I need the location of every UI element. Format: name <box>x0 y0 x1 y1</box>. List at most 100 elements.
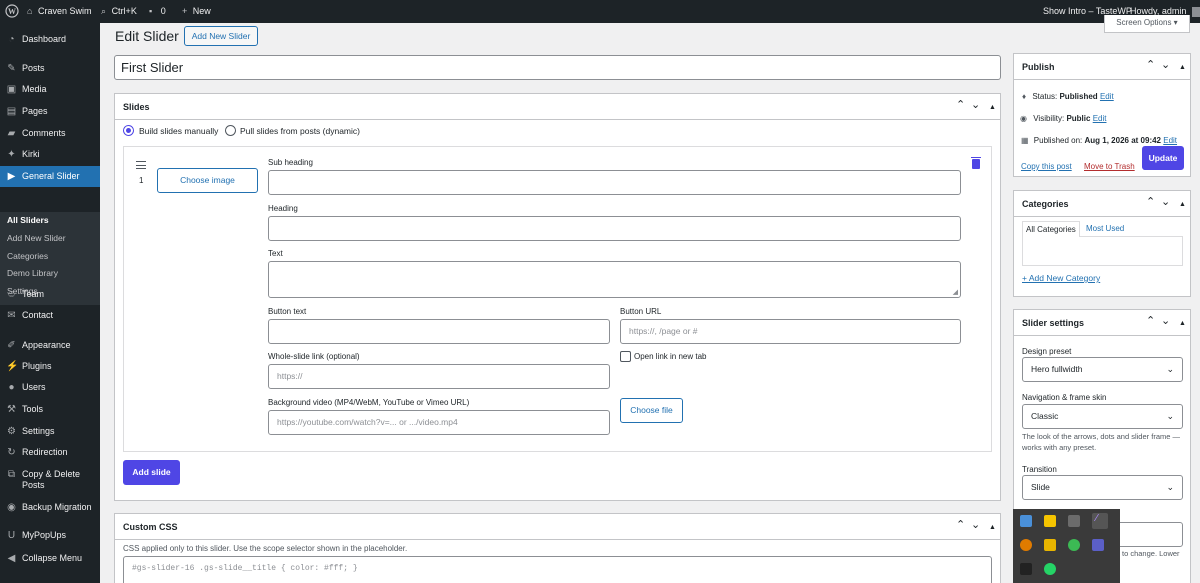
text-textarea[interactable]: ◢ <box>268 261 961 298</box>
obscured-input[interactable] <box>1114 522 1183 547</box>
update-button[interactable]: Update <box>1142 146 1184 170</box>
collapse-toggle-icon[interactable]: ▲ <box>989 522 996 533</box>
submenu-add-new-slider[interactable]: Add New Slider <box>7 230 66 247</box>
tray-app-icon[interactable] <box>1020 515 1032 527</box>
sidebar-item-posts[interactable]: ✎ Posts <box>0 58 100 79</box>
tray-whatsapp-icon[interactable] <box>1044 563 1056 575</box>
tray-chrome-icon[interactable] <box>1068 539 1080 551</box>
obscured-help-text: to change. Lower <box>1122 549 1180 558</box>
tray-app-icon[interactable] <box>1044 515 1056 527</box>
move-up-icon[interactable]: ⌃ <box>956 100 965 111</box>
submenu-all-sliders[interactable]: All Sliders <box>7 212 49 229</box>
collapse-toggle-icon[interactable]: ▲ <box>989 102 996 113</box>
collapse-toggle-icon[interactable]: ▲ <box>1179 199 1186 210</box>
slider-settings-panel-title: Slider settings <box>1022 318 1085 328</box>
sidebar-item-redirection[interactable]: ↻ Redirection <box>0 442 100 463</box>
collapse-toggle-icon[interactable]: ▲ <box>1179 62 1186 73</box>
choose-file-button[interactable]: Choose file <box>620 398 683 423</box>
screen-options-button[interactable]: Screen Options ▾ <box>1104 15 1190 33</box>
sidebar-item-copy-delete[interactable]: ⧉ Copy & Delete Posts <box>0 464 100 492</box>
add-slide-button[interactable]: Add slide <box>123 460 180 485</box>
system-tray-popup: ⁄ <box>1013 509 1120 583</box>
collapse-toggle-icon[interactable]: ▲ <box>1179 318 1186 329</box>
sidebar-item-contact[interactable]: ✉ Contact <box>0 305 100 326</box>
chevron-down-icon: ⌄ <box>1166 482 1174 492</box>
sidebar-item-media[interactable]: ▣ Media <box>0 79 100 100</box>
new-label: New <box>192 6 211 16</box>
move-up-icon[interactable]: ⌃ <box>956 520 965 531</box>
sidebar-item-label-line2: Posts <box>22 480 45 490</box>
move-down-icon[interactable]: ⌄ <box>1161 197 1170 208</box>
nav-skin-select[interactable]: Classic ⌄ <box>1022 404 1183 429</box>
tray-app-icon[interactable] <box>1044 539 1056 551</box>
edit-date-link[interactable]: Edit <box>1163 136 1177 145</box>
tab-most-used[interactable]: Most Used <box>1086 221 1124 237</box>
sidebar-item-team[interactable]: ☺ Team <box>0 284 100 305</box>
sidebar-item-mypopups[interactable]: U MyPopUps <box>0 525 100 546</box>
tray-teams-icon[interactable] <box>1092 539 1104 551</box>
published-value: Aug 1, 2026 at 09:42 <box>1084 136 1161 145</box>
bg-video-input[interactable]: https://youtube.com/watch?v=... or .../v… <box>268 410 610 435</box>
sidebar-item-pages[interactable]: ▤ Pages <box>0 101 100 122</box>
redirect-icon: ↻ <box>7 447 16 458</box>
sub-heading-input[interactable] <box>268 170 961 195</box>
sidebar-item-plugins[interactable]: ⚡ Plugins <box>0 356 100 377</box>
move-down-icon[interactable]: ⌄ <box>1161 316 1170 327</box>
move-up-icon[interactable]: ⌃ <box>1146 197 1155 208</box>
sidebar-item-users[interactable]: ● Users <box>0 377 100 398</box>
tray-pen-icon[interactable]: ⁄ <box>1092 513 1108 529</box>
move-down-icon[interactable]: ⌄ <box>971 520 980 531</box>
drag-handle-icon[interactable] <box>136 161 146 169</box>
edit-status-link[interactable]: Edit <box>1100 92 1114 101</box>
sidebar-item-backup-migration[interactable]: ◉ Backup Migration <box>0 497 100 518</box>
choose-image-button[interactable]: Choose image <box>157 168 258 193</box>
sidebar-item-label: Users <box>22 382 46 392</box>
copy-post-link[interactable]: Copy this post <box>1021 162 1072 171</box>
add-new-slider-button[interactable]: Add New Slider <box>184 26 258 46</box>
eye-icon: ◉ <box>1020 114 1027 123</box>
sidebar-item-dashboard[interactable]: ◔ Dashboard <box>0 29 100 50</box>
move-to-trash-link[interactable]: Move to Trash <box>1084 162 1135 171</box>
transition-select[interactable]: Slide ⌄ <box>1022 475 1183 500</box>
sidebar-item-tools[interactable]: ⚒ Tools <box>0 399 100 420</box>
sidebar-item-general-slider[interactable]: ▶ General Slider <box>0 166 100 187</box>
new-content-link[interactable]: + New <box>182 0 211 23</box>
move-up-icon[interactable]: ⌃ <box>1146 60 1155 71</box>
command-palette-link[interactable]: ⌕ Ctrl+K <box>101 0 137 23</box>
slider-title-input[interactable]: First Slider <box>114 55 1001 80</box>
avatar <box>1191 6 1200 17</box>
delete-slide-icon[interactable] <box>971 157 981 169</box>
move-down-icon[interactable]: ⌄ <box>971 100 980 111</box>
wordpress-logo-icon[interactable]: W <box>5 0 19 23</box>
submenu-demo-library[interactable]: Demo Library <box>7 265 58 282</box>
heading-input[interactable] <box>268 216 961 241</box>
site-name-link[interactable]: ⌂ Craven Swim <box>27 0 91 23</box>
sidebar-item-kirki[interactable]: ✦ Kirki <box>0 144 100 165</box>
custom-css-textarea[interactable]: #gs-slider-16 .gs-slide__title { color: … <box>123 556 992 583</box>
popup-icon: U <box>7 530 16 541</box>
button-text-input[interactable] <box>268 319 610 344</box>
comments-link[interactable]: ▪ 0 <box>149 0 166 23</box>
tab-all-categories[interactable]: All Categories <box>1022 221 1080 237</box>
sidebar-item-appearance[interactable]: ✐ Appearance <box>0 335 100 356</box>
submenu-categories[interactable]: Categories <box>7 248 48 265</box>
edit-visibility-link[interactable]: Edit <box>1093 114 1107 123</box>
tray-app-icon[interactable] <box>1020 563 1032 575</box>
whole-link-input[interactable]: https:// <box>268 364 610 389</box>
add-new-category-link[interactable]: + Add New Category <box>1022 273 1100 283</box>
tray-search-icon[interactable] <box>1020 539 1032 551</box>
design-preset-select[interactable]: Hero fullwidth ⌄ <box>1022 357 1183 382</box>
tray-hidden-eye-icon[interactable] <box>1068 515 1080 527</box>
move-up-icon[interactable]: ⌃ <box>1146 316 1155 327</box>
radio-checked-icon <box>123 125 134 136</box>
sidebar-item-comments[interactable]: ▰ Comments <box>0 123 100 144</box>
comment-icon: ▪ <box>149 6 153 16</box>
resize-handle-icon[interactable]: ◢ <box>953 289 958 296</box>
sidebar-item-collapse-menu[interactable]: ◀ Collapse Menu <box>0 548 100 569</box>
move-down-icon[interactable]: ⌄ <box>1161 60 1170 71</box>
button-url-input[interactable]: https://, /page or # <box>620 319 961 344</box>
categories-panel: Categories ⌃ ⌄ ▲ All Categories Most Use… <box>1013 190 1191 297</box>
sidebar-item-settings[interactable]: ⚙ Settings <box>0 421 100 442</box>
nav-skin-help: The look of the arrows, dots and slider … <box>1022 432 1180 452</box>
sidebar-item-label: Redirection <box>22 447 68 457</box>
